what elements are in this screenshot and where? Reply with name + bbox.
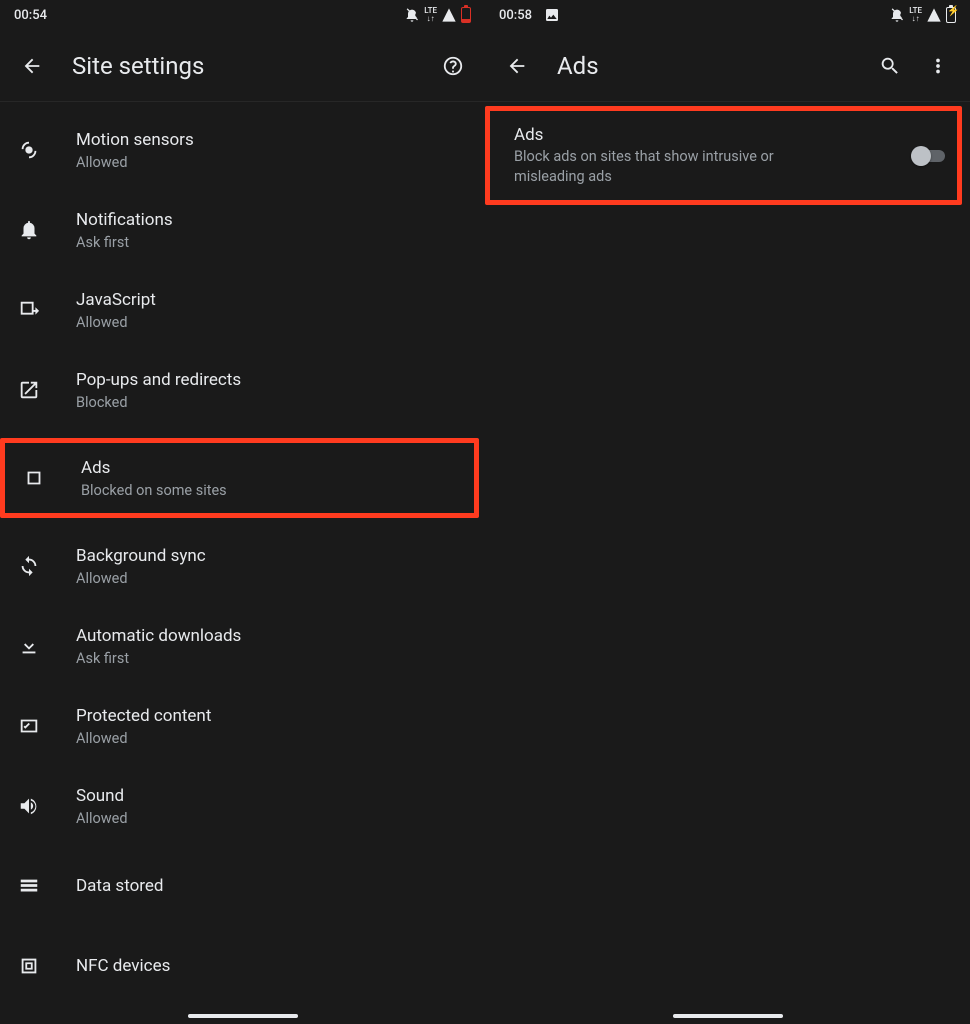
row-title: Data stored [76,875,471,897]
battery-charging-icon [946,7,956,23]
muted-bell-icon [404,7,420,23]
protected-icon [18,715,62,737]
settings-row-nfc[interactable]: NFC devices [0,926,485,1006]
nav-pill[interactable] [673,1014,783,1018]
app-bar-left: Site settings [0,30,485,102]
row-title: Ads [81,457,460,479]
search-button[interactable] [866,42,914,90]
js-icon [18,299,62,321]
row-title: Protected content [76,705,471,727]
row-subtitle: Blocked on some sites [81,482,460,499]
signal-icon [441,7,457,23]
settings-row-motion[interactable]: Motion sensors Allowed [0,110,485,190]
status-bar-right: 00:58 LTE↓↑ [485,0,970,30]
row-subtitle: Allowed [76,570,471,587]
lte-icon: LTE↓↑ [424,7,437,23]
row-subtitle: Blocked [76,394,471,411]
row-subtitle: Ask first [76,650,471,667]
row-subtitle: Ask first [76,234,471,251]
download-icon [18,635,62,657]
settings-row-protected[interactable]: Protected content Allowed [0,686,485,766]
row-title: NFC devices [76,955,471,977]
muted-bell-icon [889,7,905,23]
row-title: JavaScript [76,289,471,311]
row-title: Pop-ups and redirects [76,369,471,391]
settings-row-popup[interactable]: Pop-ups and redirects Blocked [0,350,485,430]
more-button[interactable] [914,42,962,90]
bell-icon [18,219,62,241]
help-button[interactable] [429,42,477,90]
settings-list: Motion sensors Allowed Notifications Ask fi… [0,102,485,1006]
motion-icon [18,139,62,161]
ads-toggle-switch[interactable] [911,146,947,166]
battery-low-icon [461,7,471,23]
row-title: Notifications [76,209,471,231]
row-subtitle: Allowed [76,154,471,171]
status-time: 00:58 [499,8,532,23]
back-button[interactable] [8,42,56,90]
popup-icon [18,379,62,401]
settings-row-sound[interactable]: Sound Allowed [0,766,485,846]
status-time: 00:54 [14,8,47,23]
nav-pill[interactable] [188,1014,298,1018]
left-pane: 00:54 LTE↓↑ Site settings Motion sensors… [0,0,485,1024]
ads-row-title: Ads [514,125,911,145]
image-icon [544,7,560,23]
settings-row-ads[interactable]: Ads Blocked on some sites [0,438,479,518]
right-pane: 00:58 LTE↓↑ Ads Ads Block ads on sites t… [485,0,970,1024]
row-subtitle: Allowed [76,314,471,331]
row-title: Sound [76,785,471,807]
settings-row-sync[interactable]: Background sync Allowed [0,526,485,606]
app-bar-right: Ads [485,30,970,102]
settings-row-data[interactable]: Data stored [0,846,485,926]
row-subtitle: Allowed [76,810,471,827]
sync-icon [18,555,62,577]
settings-row-download[interactable]: Automatic downloads Ask first [0,606,485,686]
row-title: Automatic downloads [76,625,471,647]
row-subtitle: Allowed [76,730,471,747]
lte-icon: LTE↓↑ [909,7,922,23]
settings-row-js[interactable]: JavaScript Allowed [0,270,485,350]
ads-icon [23,467,67,489]
ads-toggle-row[interactable]: Ads Block ads on sites that show intrusi… [485,106,962,205]
settings-row-bell[interactable]: Notifications Ask first [0,190,485,270]
signal-icon [926,7,942,23]
row-title: Background sync [76,545,471,567]
row-title: Motion sensors [76,129,471,151]
back-button[interactable] [493,42,541,90]
page-title: Site settings [72,52,429,80]
data-icon [18,875,62,897]
page-title: Ads [557,52,866,80]
nfc-icon [18,955,62,977]
status-bar-left: 00:54 LTE↓↑ [0,0,485,30]
ads-row-subtitle: Block ads on sites that show intrusive o… [514,147,814,186]
sound-icon [18,795,62,817]
